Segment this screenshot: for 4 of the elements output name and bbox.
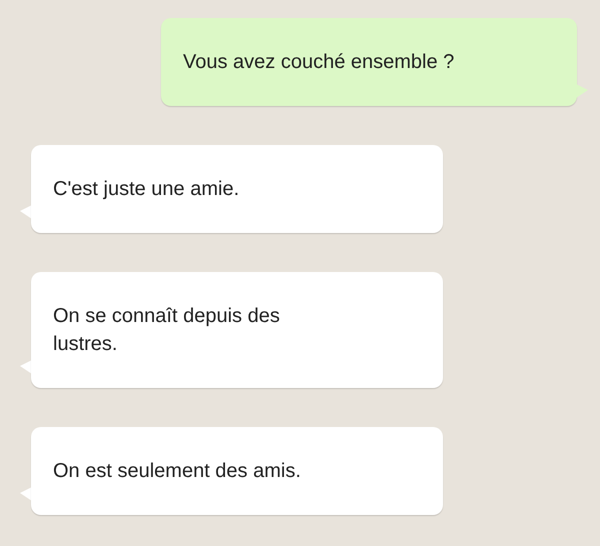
message-text: On est seulement des amis. xyxy=(53,459,302,484)
message-text: On se connaît depuis des lustres. xyxy=(53,304,281,357)
message-text: Vous avez couché ensemble ? xyxy=(183,50,456,75)
message-text: C'est juste une amie. xyxy=(53,177,240,202)
